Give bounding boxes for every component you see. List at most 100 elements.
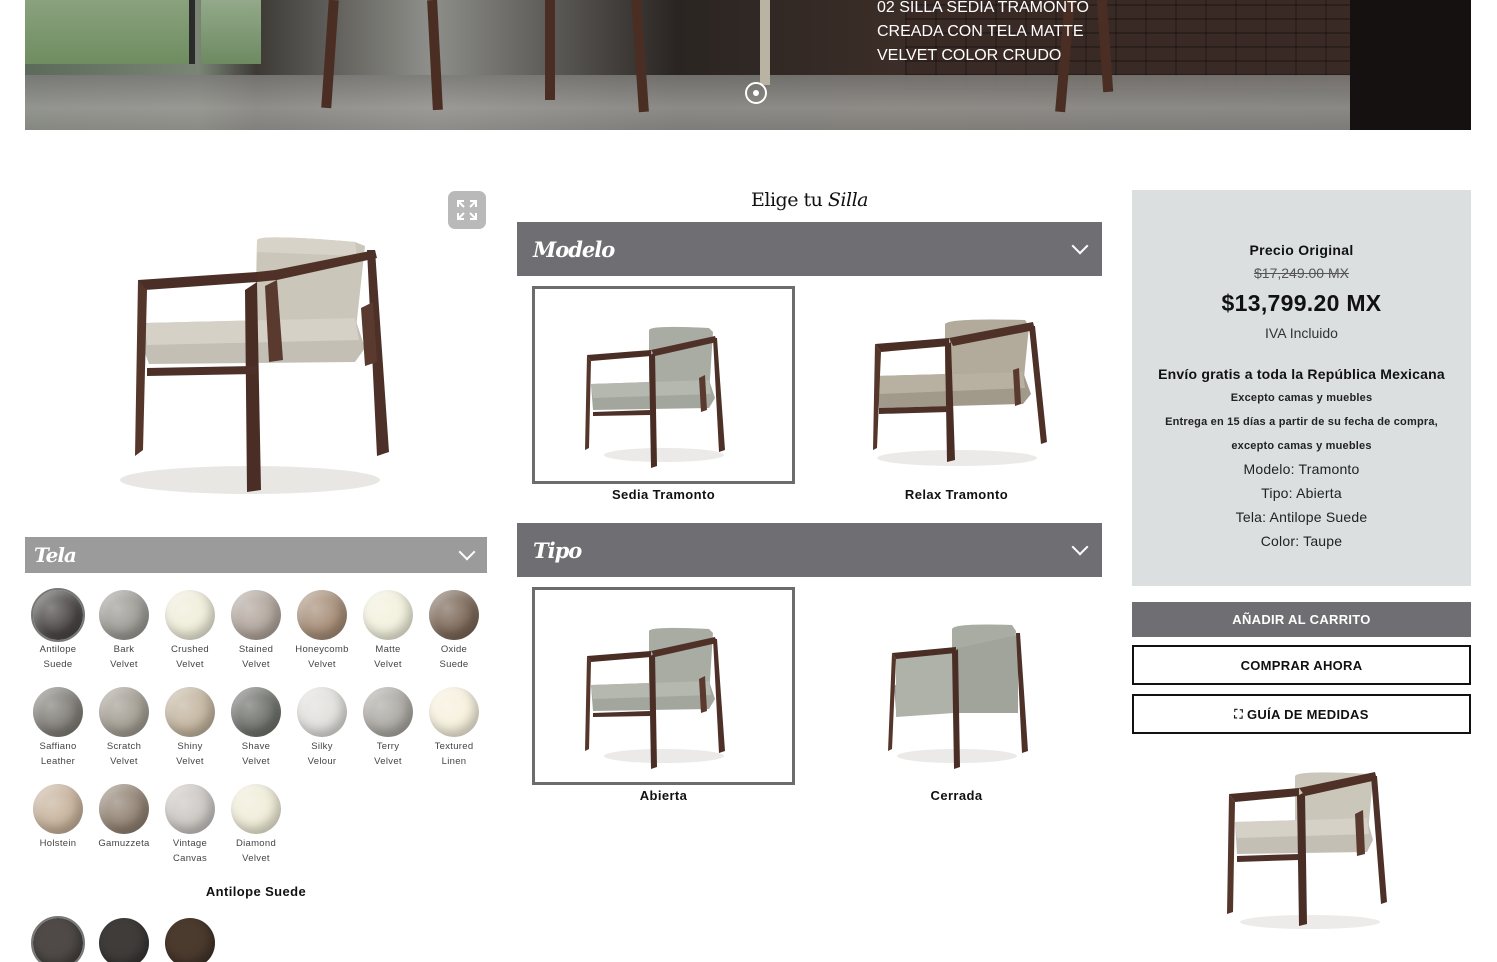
shipping-exception: Excepto camas y muebles: [1230, 392, 1373, 404]
original-price: $17,249.00 MX: [1254, 265, 1349, 281]
fabric-swatch[interactable]: Gamuzzeta: [91, 784, 157, 851]
spec-modelo: Modelo: Tramonto: [1243, 461, 1360, 477]
fabric-swatch[interactable]: Saffiano Leather: [25, 687, 91, 769]
shipping-note: Envío gratis a toda la República Mexican…: [1158, 366, 1445, 382]
fabric-swatch[interactable]: Textured Linen: [421, 687, 487, 769]
fabric-swatch-label: Scratch: [106, 741, 142, 752]
fabric-swatch-label: Suede: [439, 659, 469, 670]
spec-tela: Tela: Antilope Suede: [1235, 509, 1368, 525]
tipo-accordion-header[interactable]: Tipo: [517, 523, 1102, 577]
fabric-swatch-label: Velvet: [308, 659, 336, 670]
hero-chair-leg: [760, 0, 770, 85]
fabric-swatch-label: Velvet: [242, 659, 270, 670]
fabric-swatch-label: Shiny: [177, 741, 203, 752]
expand-button[interactable]: [448, 191, 486, 229]
option-image-frame: [825, 286, 1088, 484]
fabric-swatch-label: Suede: [43, 659, 73, 670]
fabric-swatch-label: Textured: [434, 741, 474, 752]
current-price: $13,799.20 MX: [1221, 290, 1382, 316]
fabric-swatch[interactable]: Shave Velvet: [223, 687, 289, 769]
chevron-down-icon: [1071, 237, 1089, 255]
color-swatch[interactable]: [165, 918, 215, 962]
chair-abierta-image: [584, 627, 725, 769]
chair-sedia-image: [584, 326, 725, 468]
fabric-swatch-color: [33, 784, 83, 834]
ruler-icon: ⛶: [1234, 706, 1243, 721]
modelo-option-label: Relax Tramonto: [904, 487, 1009, 502]
fabric-swatch[interactable]: Silky Velour: [289, 687, 355, 769]
fabric-swatch-color: [231, 784, 281, 834]
fabric-swatch[interactable]: Holstein: [25, 784, 91, 851]
expand-icon: [457, 200, 477, 220]
fabric-swatch-label: Gamuzzeta: [98, 838, 150, 849]
fabric-swatch-color: [231, 590, 281, 640]
fabric-swatch-label: Canvas: [172, 853, 207, 864]
fabric-swatch[interactable]: Shiny Velvet: [157, 687, 223, 769]
tela-accordion-header[interactable]: Tela: [25, 537, 487, 573]
delivery-exception: excepto camas y muebles: [1231, 440, 1372, 452]
fabric-swatch-label: Saffiano: [39, 741, 77, 752]
option-image-frame: [532, 286, 795, 484]
tela-header-label: Tela: [34, 543, 77, 567]
configurator-title-prefix: Elige tu: [751, 189, 823, 211]
fabric-swatch-label: Bark: [113, 644, 135, 655]
fabric-swatch[interactable]: Oxide Suede: [421, 590, 487, 672]
hero-floor: [25, 75, 1471, 130]
configurator-title-emphasis: Silla: [827, 189, 869, 211]
modelo-option-relax[interactable]: Relax Tramonto: [825, 286, 1088, 502]
fabric-swatch-color: [363, 687, 413, 737]
fabric-swatch[interactable]: Bark Velvet: [91, 590, 157, 672]
fabric-swatch-label: Velvet: [176, 756, 204, 767]
fabric-swatch-label: Diamond: [235, 838, 277, 849]
hero-window: [201, 0, 261, 64]
configurator-title: Elige tu Silla: [517, 189, 1102, 211]
fabric-swatch[interactable]: Honeycomb Velvet: [289, 590, 355, 672]
fabric-swatch[interactable]: Diamond Velvet: [223, 784, 289, 866]
fabric-swatch-color: [33, 687, 83, 737]
fabric-swatch-color: [429, 590, 479, 640]
modelo-accordion-header[interactable]: Modelo: [517, 222, 1102, 276]
fabric-swatch-label: Oxide: [440, 644, 468, 655]
fabric-swatch-label: Velvet: [176, 659, 204, 670]
tipo-option-cerrada[interactable]: Cerrada: [825, 587, 1088, 803]
product-preview-image: [1215, 762, 1395, 932]
color-swatch[interactable]: [99, 918, 149, 962]
fabric-swatch[interactable]: Stained Velvet: [223, 590, 289, 672]
product-main-image: [25, 190, 487, 510]
fabric-swatch-color: [165, 687, 215, 737]
original-price-label: Precio Original: [1249, 242, 1354, 258]
fabric-swatch-color: [363, 590, 413, 640]
fabric-swatch[interactable]: Vintage Canvas: [157, 784, 223, 866]
fabric-swatch-label: Velvet: [242, 853, 270, 864]
color-swatch[interactable]: [31, 916, 85, 962]
fabric-swatch-color: [31, 588, 85, 642]
slider-dot-icon[interactable]: [745, 82, 767, 104]
chevron-down-icon: [458, 543, 476, 561]
fabric-swatch-label: Stained: [238, 644, 274, 655]
buy-now-button[interactable]: COMPRAR AHORA: [1132, 645, 1471, 685]
fabric-swatch[interactable]: Antilope Suede: [25, 588, 91, 672]
fabric-swatch[interactable]: Matte Velvet: [355, 590, 421, 672]
chair-cerrada-image: [887, 624, 1028, 769]
option-image-frame: [532, 587, 795, 785]
fabric-swatch[interactable]: Crushed Velvet: [157, 590, 223, 672]
selected-fabric-name: Antilope Suede: [205, 884, 307, 899]
fabric-swatch[interactable]: Terry Velvet: [355, 687, 421, 769]
tipo-option-label: Cerrada: [930, 788, 983, 803]
fabric-swatch[interactable]: Scratch Velvet: [91, 687, 157, 769]
hero-caption: 02 SILLA SEDIA TRAMONTO CREADA CON TELA …: [877, 0, 1089, 64]
tipo-header-label: Tipo: [533, 537, 582, 563]
price-card: Precio Original $17,249.00 MX $13,799.20…: [1132, 190, 1471, 586]
fabric-swatch-color: [165, 784, 215, 834]
modelo-option-sedia[interactable]: Sedia Tramonto: [532, 286, 795, 502]
add-to-cart-button[interactable]: AÑADIR AL CARRITO: [1132, 602, 1471, 637]
fabric-swatch-color: [429, 687, 479, 737]
hero-banner: 02 SILLA SEDIA TRAMONTO CREADA CON TELA …: [25, 0, 1471, 130]
fabric-swatch-color: [165, 590, 215, 640]
size-guide-button[interactable]: ⛶ GUÍA DE MEDIDAS: [1132, 694, 1471, 734]
fabric-swatch-label: Velvet: [110, 659, 138, 670]
fabric-swatch-label: Silky: [311, 741, 333, 752]
fabric-swatch-label: Vintage: [172, 838, 208, 849]
tipo-option-abierta[interactable]: Abierta: [532, 587, 795, 803]
fabric-swatch-label: Velour: [307, 756, 337, 767]
